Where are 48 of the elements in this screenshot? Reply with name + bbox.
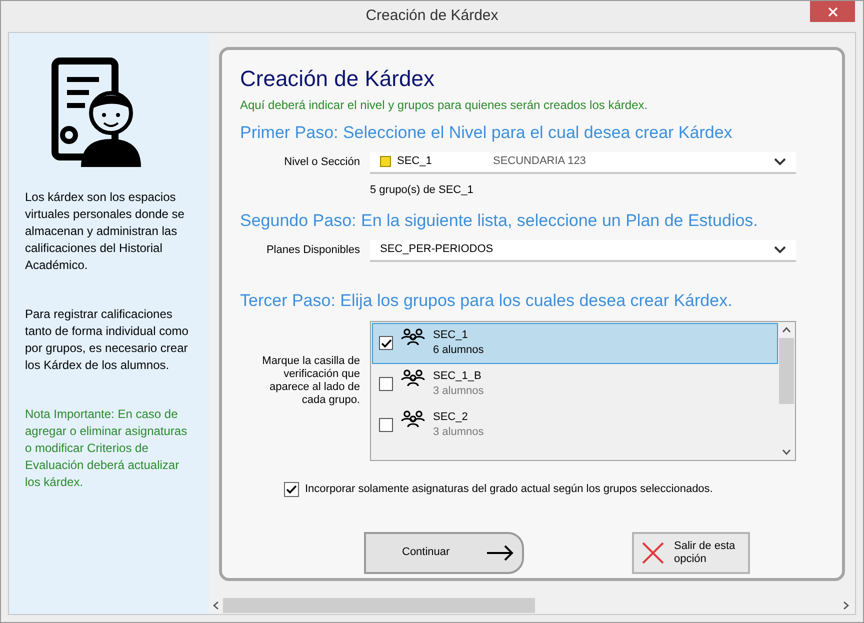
chevron-down-icon	[774, 158, 786, 166]
group-count-text: 5 grupo(s) de SEC_1	[370, 182, 474, 198]
scroll-left-icon	[213, 601, 219, 610]
scroll-down-icon	[782, 449, 791, 455]
scroll-right-icon	[843, 601, 849, 610]
student-count: 6 alumnos	[433, 343, 484, 358]
group-list-item[interactable]: SEC_1_B 3 alumnos	[372, 364, 778, 405]
info-text: Los kárdex son los espacios virtuales personales donde se almacenan y administran las calificaciones del Historial Académico.	[25, 189, 186, 274]
plan-dropdown[interactable]: SEC_PER-PERIODOS	[370, 240, 796, 262]
page-heading: Creación de Kárdex	[240, 65, 436, 93]
chevron-down-icon	[774, 246, 786, 254]
scroll-up-icon	[782, 327, 791, 333]
field-label: Planes Disponibles	[265, 243, 361, 258]
group-people-icon	[401, 328, 425, 346]
checkbox[interactable]	[379, 336, 393, 350]
group-people-icon	[401, 369, 425, 387]
checkbox[interactable]	[284, 482, 299, 497]
subtitle: Aquí deberá indicar el nivel y grupos para quienes serán creados los kárdex.	[240, 97, 649, 114]
note-text: Nota Importante: En caso de agregar o eliminar asignaturas o modificar Criterios de Evaluación deberá actualizar los kárdex.	[25, 406, 188, 491]
close-button[interactable]	[810, 1, 855, 22]
group-name: SEC_1	[433, 328, 469, 343]
student-count: 3 alumnos	[433, 384, 484, 399]
kardex-person-icon	[51, 57, 143, 167]
group-list-item[interactable]: SEC_1 6 alumnos	[372, 323, 778, 364]
step-title: Tercer Paso: Elija los grupos para los cuales desea crear Kárdex.	[240, 290, 734, 312]
group-name: SEC_2	[433, 410, 469, 425]
window-title: Creación de Kárdex	[366, 6, 498, 26]
field-label: Nivel o Sección	[283, 155, 361, 170]
hint-text: Marque la casilla de verificación que aparece al lado de cada grupo.	[261, 355, 361, 408]
group-name: SEC_1_B	[433, 369, 482, 384]
level-dropdown[interactable]: SEC_1 SECUNDARIA 123	[370, 152, 796, 174]
checkbox[interactable]	[379, 377, 393, 391]
close-icon	[642, 542, 664, 564]
arrow-right-icon	[486, 544, 514, 560]
student-count: 3 alumnos	[433, 425, 484, 440]
folder-icon	[380, 156, 391, 167]
close-icon	[828, 6, 838, 16]
group-people-icon	[401, 410, 425, 428]
group-list-item[interactable]: SEC_2 3 alumnos	[372, 405, 778, 446]
info-text: Para registrar calificaciones tanto de forma individual como por grupos, es necesario crear los Kárdex de los alumnos.	[25, 306, 190, 374]
step-title: Segundo Paso: En la siguiente lista, seleccione un Plan de Estudios.	[240, 210, 759, 232]
option-label: Incorporar solamente asignaturas del grado actual según los grupos seleccionados.	[305, 482, 713, 497]
scrollbar-thumb[interactable]	[223, 598, 535, 613]
exit-button[interactable]: Salir de esta opción	[632, 532, 750, 574]
scrollbar-thumb[interactable]	[779, 338, 794, 404]
continue-button[interactable]: Continuar	[364, 532, 524, 574]
step-title: Primer Paso: Seleccione el Nivel para el cual desea crear Kárdex	[240, 122, 734, 144]
checkbox[interactable]	[379, 418, 393, 432]
